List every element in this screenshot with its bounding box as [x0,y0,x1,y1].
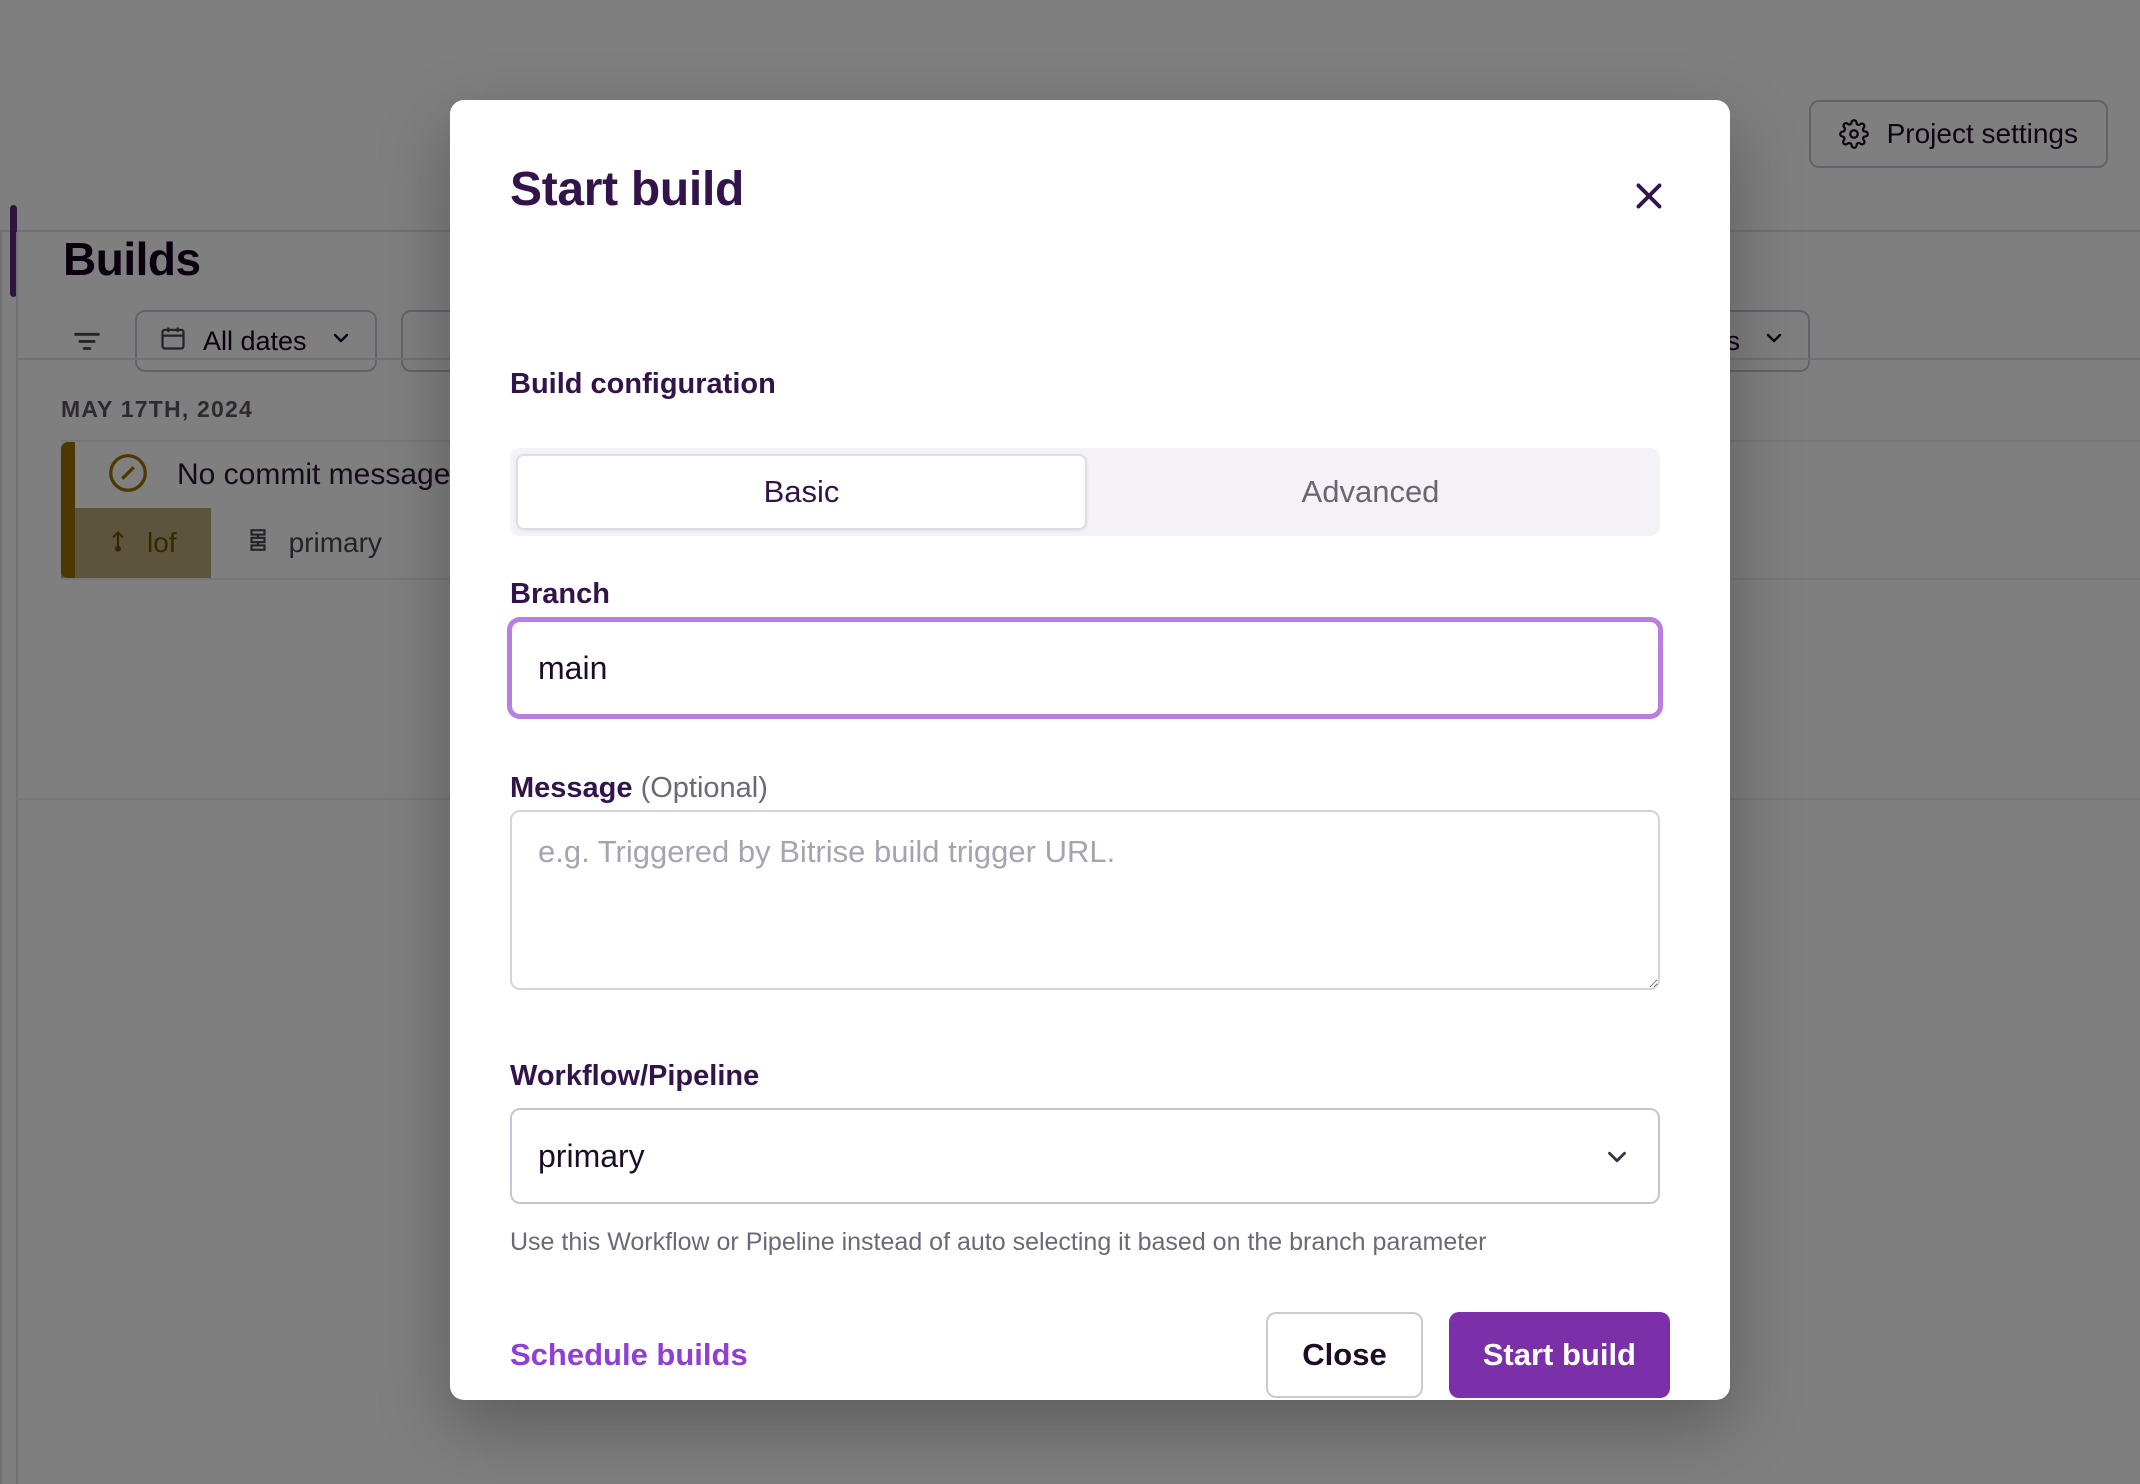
tab-basic[interactable]: Basic [516,454,1087,530]
close-button[interactable]: Close [1266,1312,1422,1398]
app-root: Project settings Builds [0,0,2140,1484]
build-configuration-label: Build configuration [510,368,776,401]
footer-actions: Close Start build [1266,1312,1670,1398]
build-configuration-tabs: Basic Advanced [510,448,1660,536]
message-optional-text: (Optional) [633,772,768,804]
dialog-title: Start build [510,162,744,217]
message-label: Message (Optional) [510,772,768,805]
dialog-footer: Schedule builds Close Start build [510,1312,1670,1398]
workflow-helper-text: Use this Workflow or Pipeline instead of… [510,1228,1486,1257]
branch-input[interactable] [510,620,1660,716]
chevron-down-icon [1602,1142,1632,1177]
message-label-text: Message [510,772,633,804]
tab-advanced[interactable]: Advanced [1087,454,1654,530]
branch-label: Branch [510,578,610,611]
start-build-button[interactable]: Start build [1449,1312,1670,1398]
close-icon [1631,178,1667,217]
schedule-builds-link[interactable]: Schedule builds [510,1337,748,1373]
workflow-select-box: primary [510,1108,1660,1204]
workflow-pipeline-label: Workflow/Pipeline [510,1060,759,1093]
workflow-select[interactable]: primary [510,1108,1660,1204]
message-textarea[interactable] [510,810,1660,990]
workflow-selected-value: primary [538,1138,645,1175]
close-dialog-button[interactable] [1620,168,1678,226]
start-build-dialog: Start build Build configuration Basic Ad… [450,100,1730,1400]
